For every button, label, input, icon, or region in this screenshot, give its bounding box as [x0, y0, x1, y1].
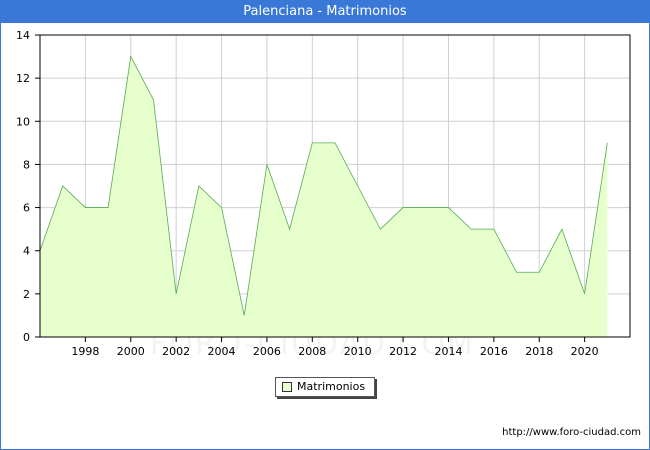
x-tick-label: 2010: [344, 345, 372, 358]
x-tick-label: 2006: [253, 345, 281, 358]
y-tick-label: 0: [23, 331, 30, 344]
area-fill: [40, 56, 608, 337]
x-tick-label: 2008: [298, 345, 326, 358]
y-tick-label: 14: [16, 29, 30, 42]
x-axis-ticks: 1998 2000 2002 2004 2006 2008 2010 2012 2014 2016…: [71, 337, 599, 358]
x-tick-label: 2020: [571, 345, 599, 358]
y-tick-label: 12: [16, 72, 30, 85]
legend: Matrimonios: [275, 377, 375, 397]
y-tick-label: 2: [23, 288, 30, 301]
y-axis-ticks: 0 2 4 6 8 10 12 14: [16, 29, 40, 344]
x-tick-label: 2004: [208, 345, 236, 358]
x-tick-label: 2002: [162, 345, 190, 358]
y-tick-label: 10: [16, 115, 30, 128]
legend-swatch: [282, 382, 292, 392]
x-tick-label: 1998: [71, 345, 99, 358]
y-tick-label: 6: [23, 202, 30, 215]
footer-url[interactable]: http://www.foro-ciudad.com: [502, 427, 641, 438]
x-tick-label: 2014: [434, 345, 462, 358]
y-tick-label: 8: [23, 158, 30, 171]
x-tick-label: 2018: [525, 345, 553, 358]
x-tick-label: 2000: [117, 345, 145, 358]
x-tick-label: 2012: [389, 345, 417, 358]
x-tick-label: 2016: [480, 345, 508, 358]
y-tick-label: 4: [23, 245, 30, 258]
legend-label: Matrimonios: [297, 380, 366, 393]
